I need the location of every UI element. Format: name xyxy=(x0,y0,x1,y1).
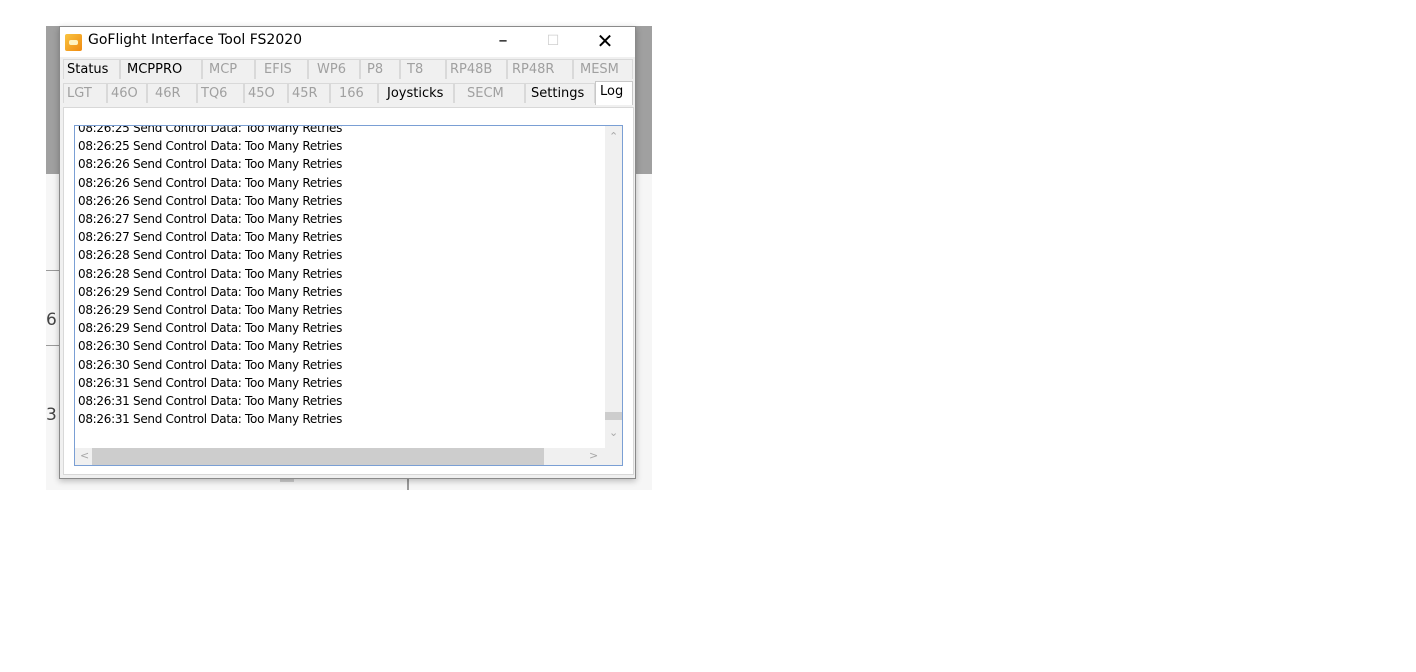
tab-mcppro[interactable]: MCPPRO xyxy=(120,59,202,79)
tab-tq6[interactable]: TQ6 xyxy=(197,83,244,103)
app-window: GoFlight Interface Tool FS2020 – ☐ ✕ Sta… xyxy=(59,26,636,479)
tab-row-1: Status MCPPRO MCP EFIS WP6 P8 T8 RP48B R… xyxy=(63,59,633,80)
tab-secm[interactable]: SECM xyxy=(454,83,525,103)
window-title: GoFlight Interface Tool FS2020 xyxy=(88,32,303,48)
tab-status[interactable]: Status xyxy=(63,59,120,79)
log-line: 08:26:29 Send Control Data: Too Many Ret… xyxy=(78,284,343,299)
log-line: 08:26:29 Send Control Data: Too Many Ret… xyxy=(78,303,343,318)
background-text-fragment: 6 xyxy=(46,310,57,330)
tab-p8[interactable]: P8 xyxy=(360,59,400,79)
log-tab-panel: 08:26:25 Send Control Data: Too Many Ret… xyxy=(63,107,634,475)
log-line: 08:26:25 Send Control Data: Too Many Ret… xyxy=(78,125,343,135)
log-textarea[interactable]: 08:26:25 Send Control Data: Too Many Ret… xyxy=(74,125,623,466)
log-line: 08:26:28 Send Control Data: Too Many Ret… xyxy=(78,266,343,281)
log-line: 08:26:31 Send Control Data: Too Many Ret… xyxy=(78,412,343,427)
scroll-right-arrow-icon[interactable]: > xyxy=(589,449,598,462)
tab-t8[interactable]: T8 xyxy=(400,59,446,79)
scroll-up-arrow-icon[interactable]: ⌃ xyxy=(609,130,618,143)
app-logo-icon xyxy=(65,34,82,51)
tab-joysticks[interactable]: Joysticks xyxy=(378,83,454,103)
tab-settings[interactable]: Settings xyxy=(525,83,595,103)
scroll-down-arrow-icon[interactable]: ⌄ xyxy=(609,426,618,439)
tab-efis[interactable]: EFIS xyxy=(255,59,308,79)
log-line: 08:26:28 Send Control Data: Too Many Ret… xyxy=(78,248,343,263)
tab-rp48b[interactable]: RP48B xyxy=(446,59,507,79)
log-line: 08:26:29 Send Control Data: Too Many Ret… xyxy=(78,321,343,336)
log-line: 08:26:26 Send Control Data: Too Many Ret… xyxy=(78,175,343,190)
tab-166[interactable]: 166 xyxy=(330,83,378,103)
tab-mcp[interactable]: MCP xyxy=(202,59,255,79)
log-line: 08:26:31 Send Control Data: Too Many Ret… xyxy=(78,375,343,390)
tab-log[interactable]: Log xyxy=(595,81,633,105)
tab-45o[interactable]: 45O xyxy=(244,83,288,103)
horizontal-scroll-thumb[interactable] xyxy=(92,448,544,465)
log-line: 08:26:30 Send Control Data: Too Many Ret… xyxy=(78,357,343,372)
tab-45r[interactable]: 45R xyxy=(288,83,330,103)
horizontal-scrollbar[interactable]: < > xyxy=(75,448,605,465)
tab-46r[interactable]: 46R xyxy=(147,83,197,103)
log-line: 08:26:26 Send Control Data: Too Many Ret… xyxy=(78,157,343,172)
tab-wp6[interactable]: WP6 xyxy=(308,59,360,79)
scroll-left-arrow-icon[interactable]: < xyxy=(80,449,89,462)
background-text-fragment: 3 xyxy=(46,405,57,425)
log-line: 08:26:31 Send Control Data: Too Many Ret… xyxy=(78,394,343,409)
tab-46o[interactable]: 46O xyxy=(107,83,147,103)
vertical-scrollbar[interactable]: ⌃ ⌄ xyxy=(605,126,622,448)
title-bar[interactable]: GoFlight Interface Tool FS2020 – ☐ ✕ xyxy=(60,27,635,57)
log-line: 08:26:26 Send Control Data: Too Many Ret… xyxy=(78,193,343,208)
tab-mesm[interactable]: MESM xyxy=(573,59,633,79)
background-divider xyxy=(407,478,409,490)
scrollbar-corner xyxy=(605,448,622,465)
log-line: 08:26:30 Send Control Data: Too Many Ret… xyxy=(78,339,343,354)
tab-lgt[interactable]: LGT xyxy=(63,83,107,103)
close-button[interactable]: ✕ xyxy=(582,27,628,57)
log-line: 08:26:27 Send Control Data: Too Many Ret… xyxy=(78,212,343,227)
tab-rp48r[interactable]: RP48R xyxy=(507,59,573,79)
vertical-scroll-thumb[interactable] xyxy=(605,412,622,420)
log-line: 08:26:27 Send Control Data: Too Many Ret… xyxy=(78,230,343,245)
log-lines: 08:26:25 Send Control Data: Too Many Ret… xyxy=(78,125,598,428)
background-divider xyxy=(46,345,60,346)
minimize-button[interactable]: – xyxy=(480,27,526,57)
tab-row-2: LGT 46O 46R TQ6 45O 45R 166 Joysticks SE… xyxy=(63,81,633,105)
log-line: 08:26:25 Send Control Data: Too Many Ret… xyxy=(78,139,343,154)
background-divider xyxy=(46,270,60,271)
maximize-button[interactable]: ☐ xyxy=(530,27,576,57)
